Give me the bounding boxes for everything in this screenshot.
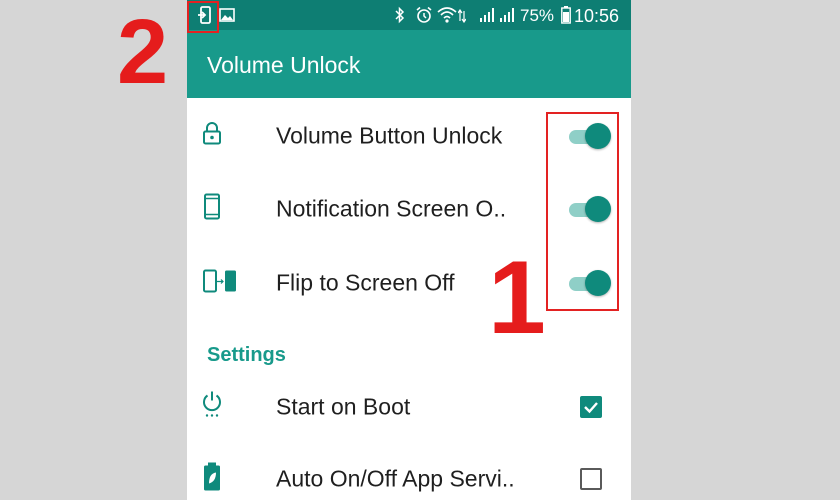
battery-leaf-icon [201,462,223,497]
image-notification-icon [219,8,235,27]
toggle-label: Flip to Screen Off [276,269,455,296]
app-bar: Volume Unlock [187,30,631,98]
bluetooth-icon [395,6,405,29]
clock-time: 10:56 [574,6,620,26]
toggle-label: Notification Screen O.. [276,195,507,222]
flip-phone-icon [201,268,239,299]
setting-row-auto-on-off-app-service[interactable]: Auto On/Off App Servi.. [187,444,631,500]
settings-section-header: Settings [207,344,286,366]
phone-outline-icon [201,193,223,225]
battery-percentage: 75% [520,6,555,25]
start-on-boot-checkbox[interactable] [580,396,602,418]
checkmark-icon [584,402,598,414]
setting-row-start-on-boot[interactable]: Start on Boot [187,372,631,442]
battery-icon [561,6,571,29]
app-title: Volume Unlock [207,52,361,78]
annotation-box-toggles [546,112,619,311]
wifi-icon [437,6,457,29]
alarm-icon [415,6,433,29]
setting-label: Start on Boot [276,393,411,420]
data-sync-icon [457,8,467,28]
power-icon [201,391,223,424]
annotation-box-status-icon [187,1,219,33]
signal-strength-icon-1 [479,7,497,28]
setting-label: Auto On/Off App Servi.. [276,465,515,492]
auto-on-off-app-service-checkbox[interactable] [580,468,602,490]
signal-strength-icon-2 [499,7,517,28]
status-bar: 75% 10:56 [187,0,631,30]
toggle-label: Volume Button Unlock [276,122,503,149]
annotation-number-2: 2 [117,1,169,103]
lock-icon [201,122,223,151]
annotation-number-1: 1 [488,240,546,356]
